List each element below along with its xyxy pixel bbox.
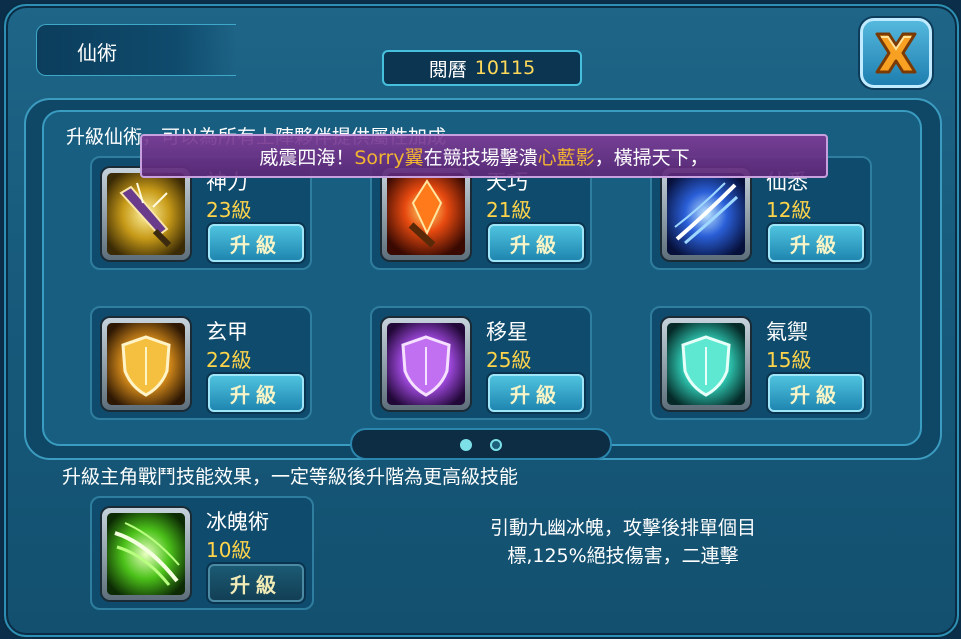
- upgrade-button[interactable]: 升級: [208, 374, 304, 412]
- announcement-banner: 威震四海！ Sorry翼 在競技場擊潰 心藍影 ，橫掃天下，: [140, 134, 828, 178]
- experience-display: 閱曆 10115: [382, 50, 582, 86]
- sword-icon: [107, 173, 185, 255]
- skill-name: 移星: [486, 320, 528, 344]
- main-skill-card: 冰魄術 10級 升級: [90, 496, 314, 610]
- skill-level: 22級: [206, 348, 252, 372]
- blue-slash-icon: [667, 173, 745, 255]
- skill-card-yixing: 移星 25級 升級: [370, 306, 592, 420]
- gold-shield-icon: [107, 323, 185, 405]
- skill-level: 10級: [206, 538, 252, 562]
- experience-label: 閱曆: [428, 58, 467, 81]
- skill-level: 12級: [766, 198, 812, 222]
- skill-icon-frame[interactable]: [102, 168, 190, 260]
- upgrade-button[interactable]: 升級: [488, 224, 584, 262]
- purple-shield-icon: [387, 323, 465, 405]
- main-skill-description: 升級主角戰鬥技能效果，一定等級後升階為更高級技能: [62, 466, 519, 488]
- effect-line-2: 標,125%絕技傷害，二連擊: [507, 545, 739, 567]
- upgrade-button[interactable]: 升級: [488, 374, 584, 412]
- skill-card-qiyu: 氣禦 15級 升級: [650, 306, 872, 420]
- skill-name: 冰魄術: [206, 510, 269, 534]
- experience-value: 10115: [474, 57, 536, 79]
- green-slash-icon: [107, 513, 185, 595]
- skill-card-xuanjia: 玄甲 22級 升級: [90, 306, 312, 420]
- main-skill-effect: 引動九幽冰魄，攻擊後排單個目 標,125%絕技傷害，二連擊: [440, 514, 806, 570]
- announcement-target: 心藍影: [537, 146, 595, 169]
- page-indicator: [350, 428, 612, 460]
- close-button[interactable]: [860, 18, 932, 88]
- upgrade-button[interactable]: 升級: [768, 224, 864, 262]
- cyan-shield-icon: [667, 323, 745, 405]
- skill-icon-frame[interactable]: [662, 168, 750, 260]
- close-icon: [875, 32, 917, 74]
- skill-icon-frame[interactable]: [102, 508, 190, 600]
- skill-icon-frame[interactable]: [102, 318, 190, 410]
- skill-level: 25級: [486, 348, 532, 372]
- skill-level: 23級: [206, 198, 252, 222]
- skill-icon-frame[interactable]: [382, 168, 470, 260]
- effect-line-1: 引動九幽冰魄，攻擊後排單個目: [489, 517, 756, 539]
- page-dot-2[interactable]: [490, 439, 502, 451]
- title-tab: 仙術: [36, 24, 236, 76]
- upgrade-button[interactable]: 升級: [208, 564, 304, 602]
- skill-name: 氣禦: [766, 320, 808, 344]
- upgrade-button[interactable]: 升級: [768, 374, 864, 412]
- announcement-suffix: ，橫掃天下，: [594, 146, 709, 169]
- announcement-player: Sorry翼: [354, 146, 424, 169]
- upgrade-button[interactable]: 升級: [208, 224, 304, 262]
- announcement-middle: 在競技場擊潰: [423, 146, 538, 169]
- skill-name: 玄甲: [206, 320, 248, 344]
- announcement-prefix: 威震四海！: [259, 146, 355, 169]
- skill-level: 21級: [486, 198, 532, 222]
- skill-icon-frame[interactable]: [662, 318, 750, 410]
- page-dot-1[interactable]: [460, 439, 472, 451]
- skill-icon-frame[interactable]: [382, 318, 470, 410]
- window-title: 仙術: [77, 41, 117, 65]
- skill-level: 15級: [766, 348, 812, 372]
- fire-blade-icon: [387, 173, 465, 255]
